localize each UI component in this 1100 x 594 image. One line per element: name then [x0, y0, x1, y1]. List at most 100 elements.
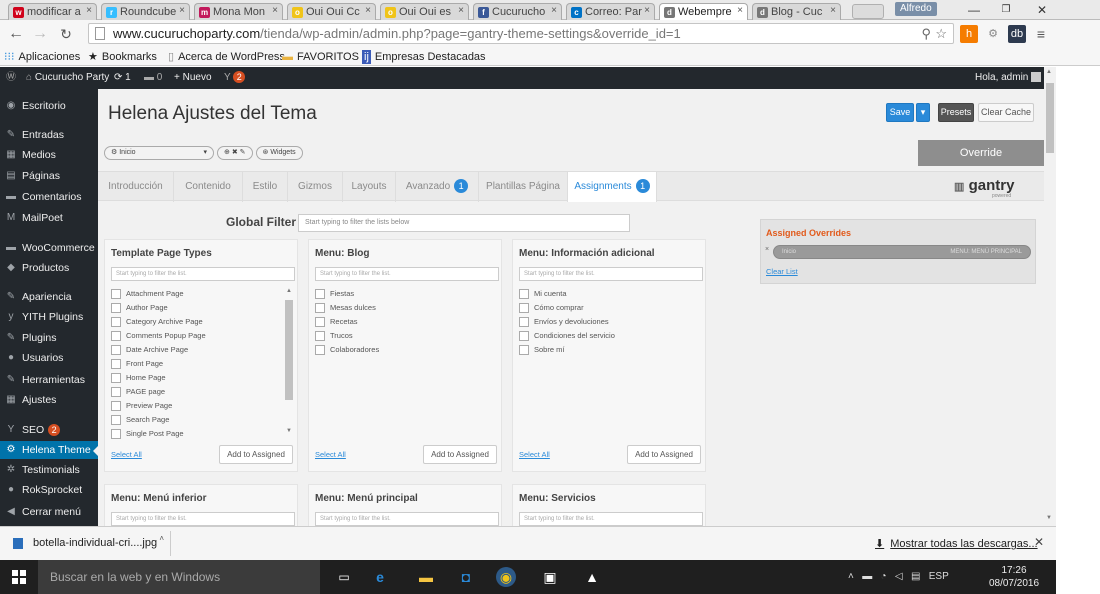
save-dropdown-icon[interactable]: ▾ [916, 103, 930, 122]
tab-gizmos[interactable]: Gizmos [288, 172, 343, 202]
global-filter-input[interactable]: Start typing to filter the lists below [298, 214, 630, 232]
bookmark-apps[interactable]: ⁝⁝⁝ Aplicaciones [4, 50, 80, 64]
clear-cache-button[interactable]: Clear Cache [978, 103, 1034, 122]
sidebar-item[interactable]: ◀ Cerrar menú [0, 503, 98, 521]
sidebar-item[interactable]: ▬ Comentarios [0, 188, 98, 206]
assigned-item[interactable]: Inicio MENU: MENÚ PRINCIPAL [773, 245, 1031, 259]
browser-tab[interactable]: w modificar a × [8, 3, 97, 20]
list-item[interactable]: Recetas [315, 316, 495, 330]
list-item[interactable]: Date Archive Page [111, 344, 291, 358]
wifi-icon[interactable]: ◔ [881, 571, 887, 582]
checkbox[interactable] [111, 289, 121, 300]
list-item[interactable]: Home Page [111, 372, 291, 386]
page-scrollbar[interactable]: ▲ ▼ [1044, 67, 1056, 526]
scroll-down-icon[interactable]: ▼ [1046, 515, 1052, 521]
task-view-icon[interactable]: ▭ [334, 567, 354, 587]
sidebar-item[interactable]: ✎ Apariencia [0, 288, 98, 306]
sidebar-item[interactable]: ✲ Testimonials [0, 461, 98, 479]
star-icon[interactable]: ☆ [935, 24, 947, 43]
browser-tab[interactable]: o Oui Oui Cc × [287, 3, 376, 20]
minimize-button[interactable]: — [958, 0, 990, 20]
scroll-up-icon[interactable]: ▲ [286, 288, 292, 294]
checkbox[interactable] [111, 303, 121, 314]
language-indicator[interactable]: ESP [929, 571, 949, 582]
outline-actions[interactable]: ⊕ ✖ ✎ [217, 146, 253, 160]
close-tab-icon[interactable]: × [272, 5, 278, 16]
extension-gear-icon[interactable]: ⚙ [984, 25, 1002, 43]
checkbox[interactable] [315, 317, 325, 328]
battery-icon[interactable]: ▬ [862, 571, 872, 582]
tab-introducción[interactable]: Introducción [98, 172, 174, 202]
new-content-link[interactable]: + Nuevo [174, 71, 212, 85]
volume-icon[interactable]: ◁ [895, 571, 903, 582]
close-tab-icon[interactable]: × [644, 5, 650, 16]
close-tab-icon[interactable]: × [737, 5, 743, 16]
widgets-button[interactable]: ⊛ Widgets [255, 146, 303, 160]
list-item[interactable]: Search Page [111, 414, 291, 428]
list-item[interactable]: Envíos y devoluciones [519, 316, 699, 330]
checkbox[interactable] [315, 345, 325, 356]
scroll-down-icon[interactable]: ▼ [286, 428, 292, 434]
card-filter-input[interactable]: Start typing to filter the list. [519, 267, 703, 281]
clear-list-link[interactable]: Clear List [766, 267, 798, 276]
checkbox[interactable] [111, 415, 121, 426]
card-filter-input[interactable]: Start typing to filter the list. [111, 267, 295, 281]
sidebar-item[interactable]: ▤ Páginas [0, 167, 98, 185]
list-item[interactable]: Single Post Page [111, 428, 291, 442]
browser-tab[interactable]: f Cucurucho × [473, 3, 562, 20]
checkbox[interactable] [519, 331, 529, 342]
browser-tab[interactable]: d Blog - Cuc × [752, 3, 841, 20]
list-item[interactable]: Attachment Page [111, 288, 291, 302]
list-item[interactable]: Cómo comprar [519, 302, 699, 316]
extension-db-icon[interactable]: db [1008, 25, 1026, 43]
checkbox[interactable] [111, 387, 121, 398]
sidebar-item[interactable]: ⚙ Helena Theme [0, 441, 98, 459]
forward-icon[interactable]: → [30, 24, 50, 44]
add-to-assigned-button[interactable]: Add to Assigned [627, 445, 701, 464]
scroll-up-icon[interactable]: ▲ [1046, 69, 1052, 75]
checkbox[interactable] [111, 373, 121, 384]
checkbox[interactable] [111, 429, 121, 440]
sidebar-item[interactable]: ▦ Ajustes [0, 391, 98, 409]
bookmark-bookmarks[interactable]: ★ Bookmarks [88, 50, 157, 64]
checkbox[interactable] [111, 331, 121, 342]
list-item[interactable]: Fiestas [315, 288, 495, 302]
chevron-up-icon[interactable]: ˄ [159, 526, 164, 551]
windows-start-icon[interactable] [12, 570, 26, 584]
show-all-downloads-link[interactable]: ⬇ Mostrar todas las descargas... [875, 537, 1038, 550]
photos-icon[interactable]: ▲ [582, 567, 602, 587]
list-item[interactable]: Condiciones del servicio [519, 330, 699, 344]
sidebar-item[interactable]: M MailPoet [0, 209, 98, 227]
sidebar-item[interactable]: ▦ Medios [0, 146, 98, 164]
tab-contenido[interactable]: Contenido [174, 172, 243, 202]
card-filter-input[interactable]: Start typing to filter the list. [111, 512, 295, 526]
list-item[interactable]: Trucos [315, 330, 495, 344]
sidebar-item[interactable]: ● Usuarios [0, 349, 98, 367]
sidebar-item[interactable]: y YITH Plugins [0, 308, 98, 326]
back-icon[interactable]: ← [6, 24, 26, 44]
taskbar-search-input[interactable]: Buscar en la web y en Windows [38, 560, 320, 594]
sidebar-item[interactable]: ✎ Entradas [0, 126, 98, 144]
presets-button[interactable]: Presets [938, 103, 974, 122]
list-item[interactable]: Front Page [111, 358, 291, 372]
close-tab-icon[interactable]: × [179, 5, 185, 16]
save-button[interactable]: Save [886, 103, 914, 122]
checkbox[interactable] [111, 359, 121, 370]
comments-link[interactable]: ▬ 0 [144, 71, 162, 85]
close-window-button[interactable]: ✕ [1026, 0, 1058, 20]
add-to-assigned-button[interactable]: Add to Assigned [423, 445, 497, 464]
close-tab-icon[interactable]: × [86, 5, 92, 16]
list-item[interactable]: Mesas dulces [315, 302, 495, 316]
outline-select[interactable]: ⚙ Inicio ▾ [104, 146, 214, 160]
close-tab-icon[interactable]: × [365, 5, 371, 16]
browser-tab[interactable]: o Oui Oui es × [380, 3, 469, 20]
list-item[interactable]: Mi cuenta [519, 288, 699, 302]
download-item[interactable]: botella-individual-cri....jpg ˄ [5, 531, 171, 556]
browser-tab[interactable]: c Correo: Par × [566, 3, 655, 20]
checkbox[interactable] [519, 303, 529, 314]
checkbox[interactable] [519, 345, 529, 356]
list-item[interactable]: Colaboradores [315, 344, 495, 358]
list-item[interactable]: Comments Popup Page [111, 330, 291, 344]
sidebar-item[interactable]: ✎ Plugins [0, 329, 98, 347]
close-tab-icon[interactable]: × [551, 5, 557, 16]
